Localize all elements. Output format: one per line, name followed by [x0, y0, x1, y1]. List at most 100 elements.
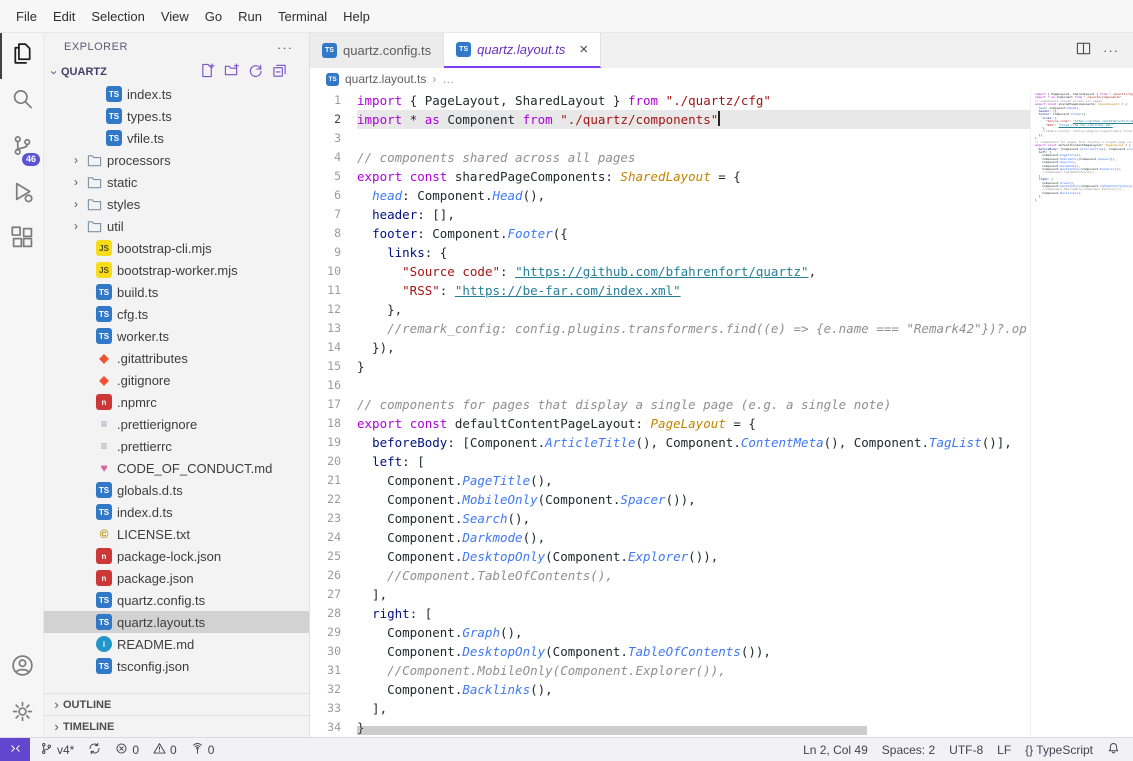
close-icon[interactable]: ×: [579, 41, 588, 58]
line-content[interactable]: Component.Backlinks(),: [357, 680, 1030, 699]
code-line-33[interactable]: 33 ],: [310, 699, 1030, 718]
line-content[interactable]: header: [],: [357, 205, 1030, 224]
code-line-30[interactable]: 30 Component.DesktopOnly(Component.Table…: [310, 642, 1030, 661]
status-indentation[interactable]: Spaces: 2: [875, 738, 942, 761]
line-content[interactable]: right: [: [357, 604, 1030, 623]
line-content[interactable]: //Component.MobileOnly(Component.Explore…: [357, 661, 1030, 680]
collapse-all-icon[interactable]: [272, 63, 287, 81]
tree-item-cfg-ts[interactable]: TScfg.ts: [44, 303, 309, 325]
activity-settings[interactable]: [0, 691, 43, 737]
line-content[interactable]: [357, 129, 1030, 148]
tree-item-readme-md[interactable]: iREADME.md: [44, 633, 309, 655]
code-line-6[interactable]: 6 head: Component.Head(),: [310, 186, 1030, 205]
code-line-17[interactable]: 17// components for pages that display a…: [310, 395, 1030, 414]
status-warnings[interactable]: 0: [146, 738, 184, 761]
line-content[interactable]: Component.PageTitle(),: [357, 471, 1030, 490]
tree-item-tsconfig-json[interactable]: TStsconfig.json: [44, 655, 309, 677]
code-editor[interactable]: 1import { PageLayout, SharedLayout } fro…: [310, 90, 1030, 737]
split-editor-icon[interactable]: [1076, 41, 1091, 61]
breadcrumb[interactable]: TSquartz.layout.ts›…: [310, 68, 1133, 90]
tree-item-types-ts[interactable]: TStypes.ts: [44, 105, 309, 127]
menu-selection[interactable]: Selection: [83, 6, 152, 27]
line-content[interactable]: //Component.TableOfContents(),: [357, 566, 1030, 585]
code-line-28[interactable]: 28 right: [: [310, 604, 1030, 623]
line-content[interactable]: // components shared across all pages: [357, 148, 1030, 167]
line-content[interactable]: Component.Darkmode(),: [357, 528, 1030, 547]
code-line-7[interactable]: 7 header: [],: [310, 205, 1030, 224]
line-content[interactable]: beforeBody: [Component.ArticleTitle(), C…: [357, 433, 1030, 452]
code-line-8[interactable]: 8 footer: Component.Footer({: [310, 224, 1030, 243]
line-content[interactable]: import { PageLayout, SharedLayout } from…: [357, 91, 1030, 110]
code-line-15[interactable]: 15}: [310, 357, 1030, 376]
tree-item-util[interactable]: ›util: [44, 215, 309, 237]
tab-quartz-layout-ts[interactable]: TSquartz.layout.ts×: [444, 33, 601, 68]
menu-go[interactable]: Go: [197, 6, 230, 27]
activity-source-control[interactable]: 46: [0, 125, 43, 171]
line-content[interactable]: }),: [357, 338, 1030, 357]
tree-item-package-json[interactable]: npackage.json: [44, 567, 309, 589]
line-content[interactable]: ],: [357, 699, 1030, 718]
more-actions-icon[interactable]: ···: [277, 40, 293, 55]
panel-timeline[interactable]: ›TIMELINE: [44, 715, 309, 737]
tree-item-index-d-ts[interactable]: TSindex.d.ts: [44, 501, 309, 523]
code-line-5[interactable]: 5export const sharedPageComponents: Shar…: [310, 167, 1030, 186]
code-line-24[interactable]: 24 Component.Darkmode(),: [310, 528, 1030, 547]
line-content[interactable]: ],: [357, 585, 1030, 604]
tree-item-package-lock-json[interactable]: npackage-lock.json: [44, 545, 309, 567]
line-content[interactable]: "RSS": "https://be-far.com/index.xml": [357, 281, 1030, 300]
status-errors[interactable]: 0: [108, 738, 146, 761]
code-line-23[interactable]: 23 Component.Search(),: [310, 509, 1030, 528]
code-line-9[interactable]: 9 links: {: [310, 243, 1030, 262]
code-line-21[interactable]: 21 Component.PageTitle(),: [310, 471, 1030, 490]
menu-view[interactable]: View: [153, 6, 197, 27]
menu-file[interactable]: File: [8, 6, 45, 27]
tree-item-gitattributes[interactable]: ◆.gitattributes: [44, 347, 309, 369]
tree-item-bootstrap-cli-mjs[interactable]: JSbootstrap-cli.mjs: [44, 237, 309, 259]
panel-outline[interactable]: ›OUTLINE: [44, 693, 309, 715]
code-line-10[interactable]: 10 "Source code": "https://github.com/bf…: [310, 262, 1030, 281]
line-content[interactable]: left: [: [357, 452, 1030, 471]
status-notifications[interactable]: [1100, 738, 1127, 761]
activity-explorer[interactable]: [0, 33, 43, 79]
line-content[interactable]: }: [357, 357, 1030, 376]
tree-item-vfile-ts[interactable]: TSvfile.ts: [44, 127, 309, 149]
tree-item-license-txt[interactable]: ©LICENSE.txt: [44, 523, 309, 545]
explorer-section-header[interactable]: › QUARTZ: [44, 61, 309, 83]
tree-item-globals-d-ts[interactable]: TSglobals.d.ts: [44, 479, 309, 501]
menu-run[interactable]: Run: [230, 6, 270, 27]
line-content[interactable]: [357, 376, 1030, 395]
line-content[interactable]: "Source code": "https://github.com/bfahr…: [357, 262, 1030, 281]
code-line-2[interactable]: 2import * as Component from "./quartz/co…: [310, 110, 1030, 129]
line-content[interactable]: Component.DesktopOnly(Component.Explorer…: [357, 547, 1030, 566]
line-content[interactable]: Component.Graph(),: [357, 623, 1030, 642]
activity-run-debug[interactable]: [0, 171, 43, 217]
new-file-icon[interactable]: [200, 63, 215, 81]
tree-item-static[interactable]: ›static: [44, 171, 309, 193]
status-language[interactable]: {} TypeScript: [1018, 738, 1100, 761]
tree-item-build-ts[interactable]: TSbuild.ts: [44, 281, 309, 303]
code-line-25[interactable]: 25 Component.DesktopOnly(Component.Explo…: [310, 547, 1030, 566]
line-content[interactable]: },: [357, 300, 1030, 319]
code-line-29[interactable]: 29 Component.Graph(),: [310, 623, 1030, 642]
status-remote[interactable]: [0, 738, 30, 761]
status-eol[interactable]: LF: [990, 738, 1018, 761]
line-content[interactable]: footer: Component.Footer({: [357, 224, 1030, 243]
code-line-1[interactable]: 1import { PageLayout, SharedLayout } fro…: [310, 91, 1030, 110]
status-encoding[interactable]: UTF-8: [942, 738, 990, 761]
tab-quartz-config-ts[interactable]: TSquartz.config.ts: [310, 33, 444, 68]
line-content[interactable]: export const defaultContentPageLayout: P…: [357, 414, 1030, 433]
status-sync[interactable]: [81, 738, 108, 761]
status-cursor-position[interactable]: Ln 2, Col 49: [796, 738, 875, 761]
new-folder-icon[interactable]: [224, 63, 239, 81]
code-line-12[interactable]: 12 },: [310, 300, 1030, 319]
code-line-22[interactable]: 22 Component.MobileOnly(Component.Spacer…: [310, 490, 1030, 509]
activity-extensions[interactable]: [0, 217, 43, 263]
tree-item-worker-ts[interactable]: TSworker.ts: [44, 325, 309, 347]
line-content[interactable]: head: Component.Head(),: [357, 186, 1030, 205]
tree-item-quartz-config-ts[interactable]: TSquartz.config.ts: [44, 589, 309, 611]
tree-item-index-ts[interactable]: TSindex.ts: [44, 83, 309, 105]
code-line-13[interactable]: 13 //remark_config: config.plugins.trans…: [310, 319, 1030, 338]
menu-help[interactable]: Help: [335, 6, 378, 27]
line-content[interactable]: Component.Search(),: [357, 509, 1030, 528]
tree-item-prettierrc[interactable]: ≡.prettierrc: [44, 435, 309, 457]
